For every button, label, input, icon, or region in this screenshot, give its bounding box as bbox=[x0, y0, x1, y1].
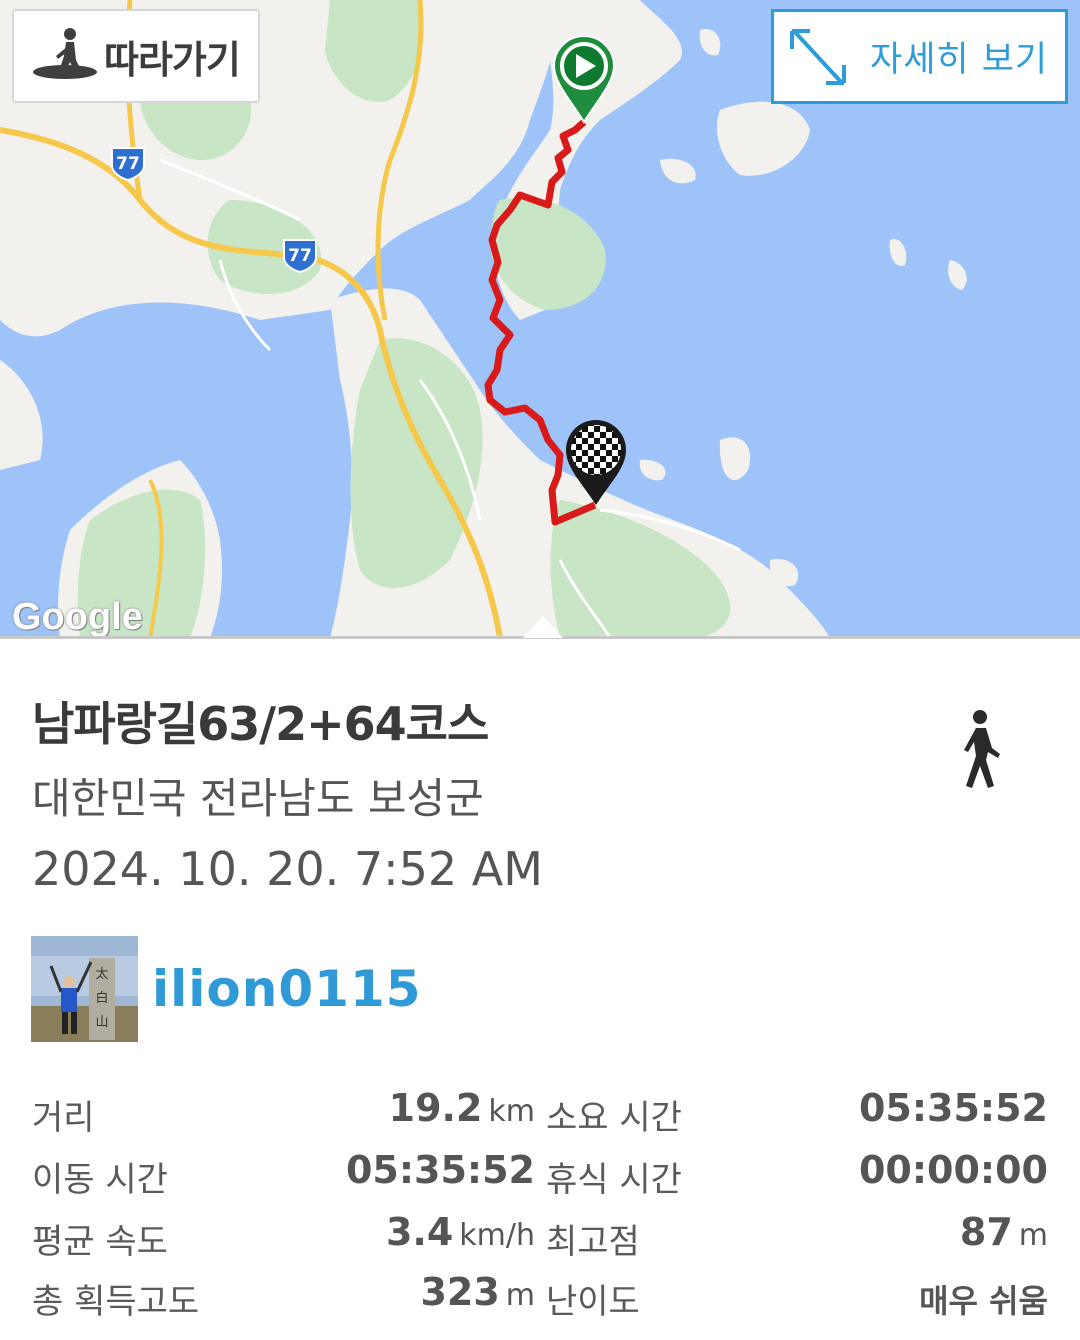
stat-number: 19.2 bbox=[388, 1086, 483, 1130]
walking-icon bbox=[964, 710, 1000, 788]
track-region: 대한민국 전라남도 보성군 bbox=[32, 774, 484, 823]
land-nw bbox=[0, 360, 43, 470]
stat-label: 난이도 bbox=[546, 1282, 640, 1322]
stat-value: 매우 쉬움 bbox=[919, 1276, 1048, 1322]
follow-button[interactable]: 따라가기 bbox=[12, 9, 260, 103]
stat-number: 00:00:00 bbox=[858, 1148, 1048, 1192]
track-datetime: 2024. 10. 20. 7:52 AM bbox=[32, 842, 543, 896]
avatar[interactable]: 太 白 山 bbox=[31, 936, 138, 1042]
hiker-icon bbox=[33, 28, 97, 79]
island bbox=[716, 101, 810, 176]
stat-value: 00:00:00 bbox=[859, 1148, 1048, 1192]
stat-value: 3.4 km/h bbox=[386, 1210, 535, 1254]
svg-text:山: 山 bbox=[95, 1015, 108, 1030]
username-link[interactable]: ilion0115 bbox=[152, 960, 422, 1018]
stat-number: 05:35:52 bbox=[858, 1086, 1048, 1130]
svg-text:白: 白 bbox=[95, 990, 108, 1006]
stat-number: 매우 쉬움 bbox=[919, 1282, 1048, 1320]
road-shield-label: 77 bbox=[116, 154, 140, 174]
stat-number: 323 bbox=[420, 1270, 500, 1314]
stat-label: 평균 속도 bbox=[32, 1222, 168, 1262]
stat-unit: m bbox=[505, 1278, 535, 1313]
stat-number: 05:35:52 bbox=[345, 1148, 535, 1192]
google-logo: Google bbox=[12, 596, 143, 638]
map-view[interactable]: 77 77 따라가기 자세히 보기 Google bbox=[0, 0, 1080, 638]
follow-button-label: 따라가기 bbox=[104, 37, 241, 82]
stat-unit: km/h bbox=[459, 1218, 535, 1253]
panel-pointer bbox=[523, 616, 563, 638]
stat-number: 3.4 bbox=[385, 1210, 454, 1254]
stat-label: 최고점 bbox=[546, 1222, 640, 1262]
avatar-stone-text: 太 bbox=[95, 967, 108, 982]
road-shield: 77 bbox=[111, 147, 145, 182]
island bbox=[699, 29, 721, 56]
stat-unit: m bbox=[1018, 1218, 1048, 1253]
view-details-label: 자세히 보기 bbox=[870, 40, 1049, 80]
stat-label: 거리 bbox=[32, 1098, 95, 1138]
stat-value: 87 m bbox=[960, 1210, 1048, 1254]
stat-label: 이동 시간 bbox=[32, 1160, 168, 1200]
expand-arrows-icon bbox=[790, 28, 846, 85]
stat-unit: km bbox=[488, 1094, 535, 1129]
road-shield: 77 bbox=[283, 239, 317, 274]
island bbox=[889, 239, 907, 266]
island bbox=[660, 158, 696, 184]
stat-value: 323 m bbox=[420, 1270, 535, 1314]
road-shield-label: 77 bbox=[288, 246, 312, 266]
track-title: 남파랑길63/2+64코스 bbox=[32, 697, 489, 751]
stat-label: 소요 시간 bbox=[546, 1098, 682, 1138]
stat-number: 87 bbox=[959, 1210, 1013, 1254]
island bbox=[948, 260, 967, 290]
stat-value: 19.2 km bbox=[389, 1086, 535, 1130]
stat-label: 총 획득고도 bbox=[32, 1282, 200, 1322]
stat-label: 휴식 시간 bbox=[546, 1160, 682, 1200]
island bbox=[639, 459, 666, 481]
stat-value: 05:35:52 bbox=[346, 1148, 535, 1192]
island bbox=[719, 437, 751, 480]
view-details-button[interactable]: 자세히 보기 bbox=[771, 9, 1068, 104]
stat-value: 05:35:52 bbox=[859, 1086, 1048, 1130]
